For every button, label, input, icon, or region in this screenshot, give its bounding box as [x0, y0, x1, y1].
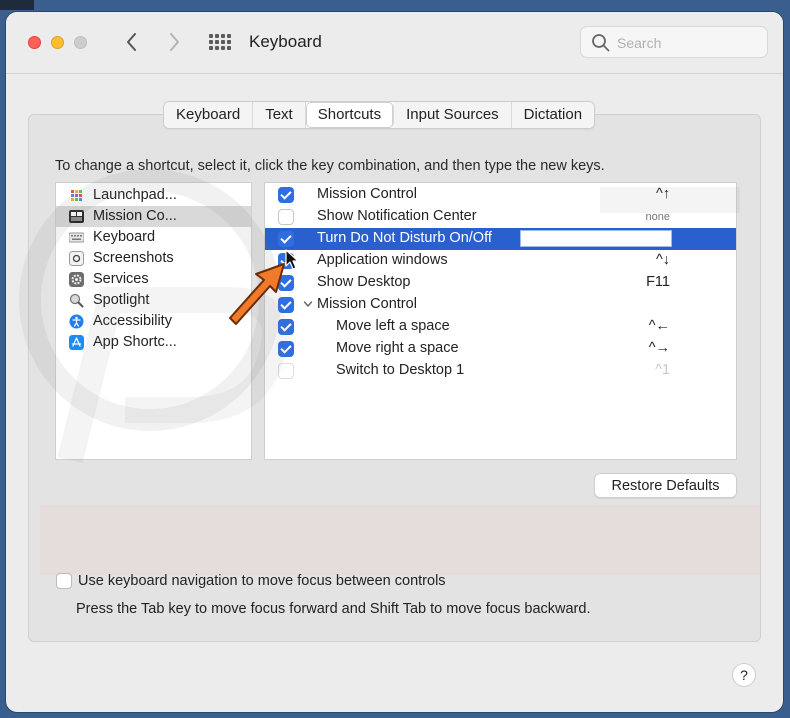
- sidebar-item-label: Screenshots: [93, 250, 174, 266]
- shortcut-row-switch-to-desktop-1[interactable]: Switch to Desktop 1 ^1: [265, 360, 736, 382]
- shortcut-row-turn-do-not-disturb[interactable]: Turn Do Not Disturb On/Off: [265, 228, 736, 250]
- back-button[interactable]: [122, 30, 142, 54]
- tab-dictation[interactable]: Dictation: [511, 102, 595, 128]
- accessibility-icon: [69, 314, 84, 329]
- sidebar-item-label: Services: [93, 271, 149, 287]
- minimize-button[interactable]: [51, 36, 64, 49]
- sidebar-item-launchpad[interactable]: Launchpad...: [56, 185, 251, 206]
- launchpad-icon: [71, 190, 82, 201]
- search-input[interactable]: [615, 32, 759, 54]
- shortcut-label: Mission Control: [317, 186, 417, 202]
- shortcut-key[interactable]: F11: [646, 274, 670, 290]
- mouse-pointer-icon: [285, 249, 299, 270]
- search-icon: [592, 34, 610, 52]
- shortcut-row-show-notification-center[interactable]: Show Notification Center none: [265, 206, 736, 228]
- sidebar-item-label: App Shortc...: [93, 334, 177, 350]
- shortcut-row-mission-control-group[interactable]: Mission Control: [265, 294, 736, 316]
- toolbar: Keyboard: [6, 12, 783, 74]
- shortcut-row-move-left-a-space[interactable]: Move left a space ^←: [265, 316, 736, 338]
- shortcut-label: Application windows: [317, 252, 448, 268]
- shortcut-label: Mission Control: [317, 296, 417, 312]
- sidebar-item-keyboard[interactable]: Keyboard: [56, 227, 251, 248]
- shortcut-row-mission-control[interactable]: Mission Control ^↑: [265, 184, 736, 206]
- chevron-left-icon: [127, 33, 136, 51]
- annotation-arrow-icon: [229, 263, 285, 325]
- tab-text[interactable]: Text: [253, 102, 306, 128]
- shortcut-key[interactable]: ^1: [655, 362, 670, 378]
- help-button[interactable]: ?: [732, 663, 756, 687]
- shortcut-label: Move left a space: [336, 318, 450, 334]
- shortcut-label: Switch to Desktop 1: [336, 362, 465, 378]
- keyboard-navigation-label: Use keyboard navigation to move focus be…: [78, 573, 446, 589]
- sidebar-item-label: Mission Co...: [93, 208, 177, 224]
- tab-bar: Keyboard Text Shortcuts Input Sources Di…: [163, 101, 596, 129]
- shortcut-checkbox[interactable]: [278, 341, 294, 357]
- keyboard-navigation-hint: Press the Tab key to move focus forward …: [76, 601, 591, 617]
- show-all-grid-button[interactable]: [209, 34, 231, 50]
- chevron-down-icon[interactable]: [303, 299, 313, 309]
- tab-keyboard[interactable]: Keyboard: [164, 102, 254, 128]
- forward-button[interactable]: [164, 30, 184, 54]
- shortcut-checkbox[interactable]: [278, 363, 294, 379]
- shortcut-checkbox[interactable]: [278, 209, 294, 225]
- shortcut-key[interactable]: none: [646, 211, 670, 223]
- sidebar-item-label: Launchpad...: [93, 187, 177, 203]
- shortcut-list: Mission Control ^↑ Show Notification Cen…: [264, 182, 737, 460]
- keyboard-navigation-checkbox[interactable]: [56, 573, 72, 589]
- shortcut-checkbox[interactable]: [278, 231, 294, 247]
- sidebar-item-app-shortcuts[interactable]: App Shortc...: [56, 332, 251, 353]
- shortcut-row-application-windows[interactable]: Application windows ^↓: [265, 250, 736, 272]
- shortcut-label: Show Notification Center: [317, 208, 477, 224]
- gear-icon: [69, 272, 84, 287]
- instruction-text: To change a shortcut, select it, click t…: [55, 158, 605, 174]
- shortcut-key[interactable]: ^→: [649, 340, 670, 356]
- shortcut-row-show-desktop[interactable]: Show Desktop F11: [265, 272, 736, 294]
- shortcut-label: Move right a space: [336, 340, 459, 356]
- shortcut-key[interactable]: ^↓: [656, 252, 670, 268]
- screenshot-icon: [69, 251, 84, 266]
- window-title: Keyboard: [249, 32, 322, 51]
- shortcut-label: Turn Do Not Disturb On/Off: [317, 230, 492, 246]
- tab-input-sources[interactable]: Input Sources: [394, 102, 512, 128]
- shortcut-row-move-right-a-space[interactable]: Move right a space ^→: [265, 338, 736, 360]
- preferences-window: Keyboard Keyboard Text Shortcuts Input S…: [6, 12, 783, 712]
- tab-shortcuts[interactable]: Shortcuts: [305, 102, 395, 128]
- shortcut-key[interactable]: ^←: [649, 318, 670, 334]
- corner-tab: [0, 0, 34, 10]
- search-field[interactable]: [580, 26, 768, 58]
- zoom-button[interactable]: [74, 36, 87, 49]
- shortcut-label: Show Desktop: [317, 274, 411, 290]
- sidebar-item-label: Keyboard: [93, 229, 156, 245]
- app-store-icon: [69, 335, 84, 350]
- keyboard-icon: [69, 232, 84, 243]
- restore-defaults-button[interactable]: Restore Defaults: [594, 473, 737, 498]
- close-button[interactable]: [28, 36, 41, 49]
- shortcut-checkbox[interactable]: [278, 187, 294, 203]
- sidebar-item-label: Spotlight: [93, 292, 150, 308]
- chevron-right-icon: [170, 33, 179, 51]
- mission-control-icon: [69, 210, 84, 223]
- sidebar-item-mission-control[interactable]: Mission Co...: [56, 206, 251, 227]
- shortcut-key[interactable]: ^↑: [656, 186, 670, 202]
- spotlight-icon: [69, 293, 84, 308]
- sidebar-item-label: Accessibility: [93, 313, 172, 329]
- shortcut-key-field[interactable]: [520, 230, 672, 247]
